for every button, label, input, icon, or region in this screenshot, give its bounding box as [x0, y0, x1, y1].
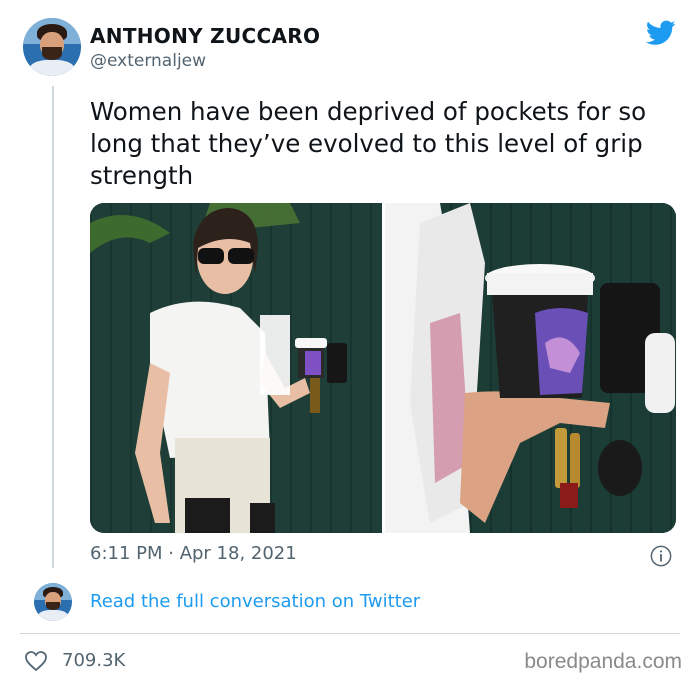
- info-icon[interactable]: [650, 545, 672, 567]
- conversation-avatar[interactable]: [34, 583, 72, 621]
- photo-left: [90, 203, 382, 533]
- author-avatar[interactable]: [23, 18, 81, 76]
- divider: [20, 633, 680, 634]
- author-handle[interactable]: @externaljew: [90, 51, 206, 71]
- thread-line: [52, 86, 54, 568]
- twitter-bird-icon[interactable]: [646, 20, 676, 46]
- read-conversation-link[interactable]: Read the full conversation on Twitter: [90, 591, 420, 612]
- tweet-text: Women have been deprived of pockets for …: [90, 97, 647, 190]
- tweet-timestamp[interactable]: 6:11 PM · Apr 18, 2021: [90, 543, 297, 564]
- watermark: boredpanda.com: [524, 650, 682, 673]
- heart-icon[interactable]: [24, 650, 48, 672]
- like-count[interactable]: 709.3K: [62, 650, 125, 671]
- tweet-media[interactable]: [90, 203, 676, 533]
- tweet-photos: [90, 203, 676, 533]
- author-name[interactable]: ANTHONY ZUCCARO: [90, 24, 320, 48]
- photo-right: [385, 203, 676, 533]
